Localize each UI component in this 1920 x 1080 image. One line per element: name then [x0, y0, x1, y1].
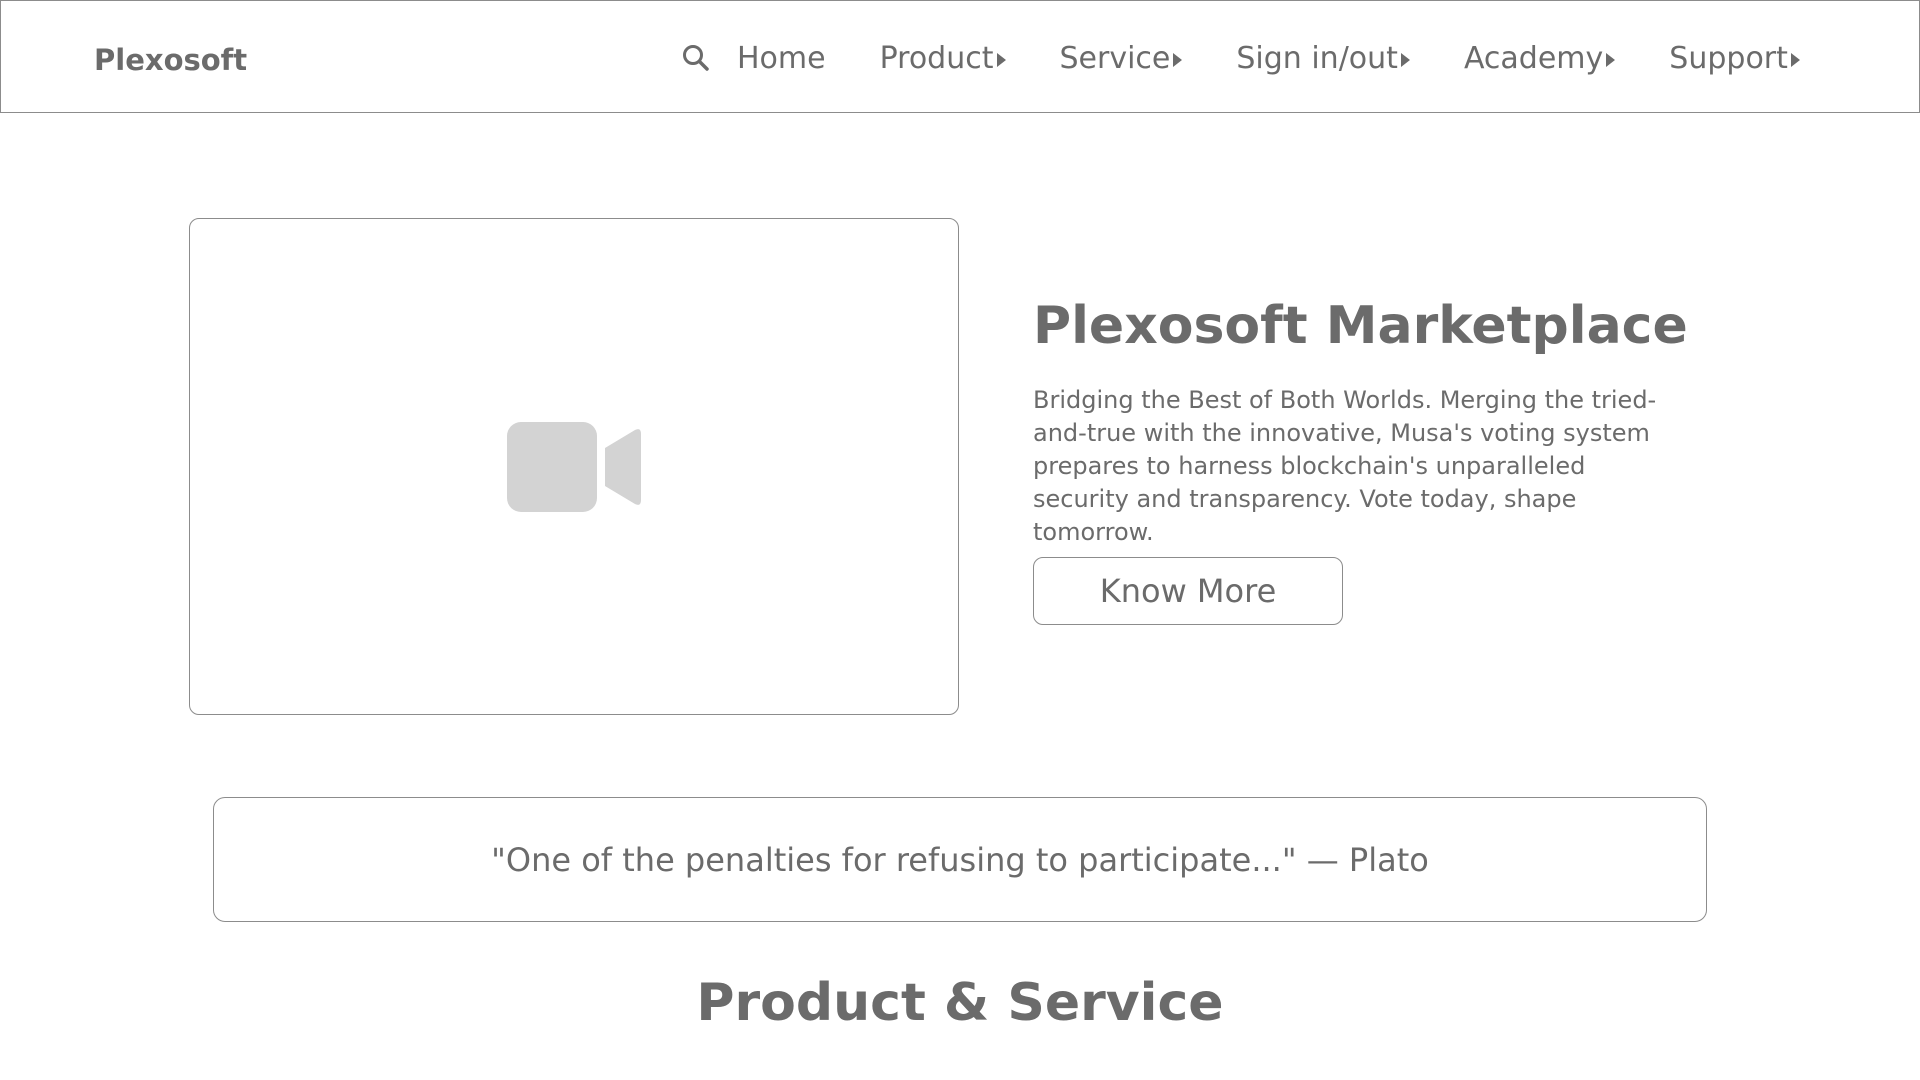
- section-title: Product & Service: [696, 973, 1224, 1033]
- top-navigation-bar: Plexosoft Home Product Service Sign in/o…: [0, 0, 1920, 113]
- caret-right-icon: [1173, 53, 1183, 67]
- quote-text: "One of the penalties for refusing to pa…: [491, 840, 1429, 879]
- nav-sign-in-out-label: Sign in/out: [1236, 40, 1398, 76]
- caret-right-icon: [1400, 53, 1410, 67]
- nav-academy[interactable]: Academy: [1463, 40, 1616, 76]
- caret-right-icon: [1606, 53, 1616, 67]
- caret-right-icon: [996, 53, 1006, 67]
- nav-service-label: Service: [1059, 40, 1171, 76]
- video-placeholder[interactable]: [189, 218, 959, 715]
- nav-product[interactable]: Product: [880, 41, 1006, 76]
- know-more-button[interactable]: Know More: [1033, 557, 1343, 625]
- search-icon[interactable]: [681, 43, 711, 73]
- nav-product-label: Product: [879, 40, 994, 76]
- hero-title: Plexosoft Marketplace: [1033, 296, 1688, 356]
- caret-right-icon: [1790, 53, 1800, 67]
- video-camera-icon: [507, 421, 641, 512]
- nav-home-label: Home: [737, 40, 826, 76]
- nav-academy-label: Academy: [1463, 40, 1604, 76]
- nav-service[interactable]: Service: [1060, 41, 1183, 76]
- hero-text-block: Plexosoft Marketplace Bridging the Best …: [1033, 290, 1688, 549]
- hero-description: Bridging the Best of Both Worlds. Mergin…: [1033, 386, 1657, 546]
- brand-logo[interactable]: Plexosoft: [94, 43, 247, 77]
- nav-support-label: Support: [1669, 40, 1788, 76]
- nav-sign-in-out[interactable]: Sign in/out: [1236, 41, 1410, 76]
- nav-home[interactable]: Home: [737, 41, 826, 76]
- nav-support[interactable]: Support: [1669, 41, 1800, 76]
- quote-banner: "One of the penalties for refusing to pa…: [213, 797, 1707, 922]
- main-nav: Home Product Service Sign in/out Academy…: [681, 35, 1800, 81]
